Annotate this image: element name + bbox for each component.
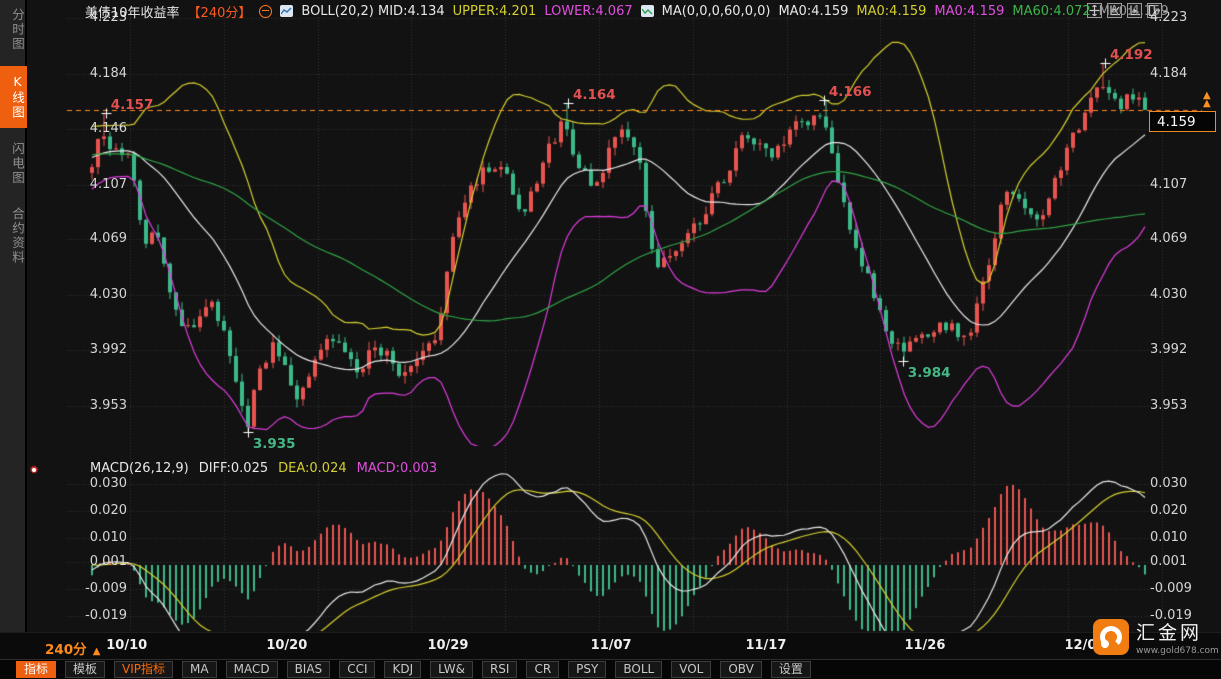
boll-upper-value: UPPER:4.201	[453, 4, 537, 19]
macd-axis-tick: 0.010	[67, 530, 127, 545]
ma2-value: MA0:4.159	[856, 4, 926, 19]
sidebar-tab-kline-chart[interactable]: K线图	[0, 66, 27, 128]
ma1-value: MA0:4.159	[778, 4, 848, 19]
toolbar-button-macd[interactable]: MACD	[226, 661, 278, 678]
date-tick-11/26: 11/26	[901, 638, 949, 653]
chart-canvas[interactable]	[27, 0, 1221, 632]
macd-axis-tick: 0.001	[1150, 554, 1187, 569]
toolbar-button-kdj[interactable]: KDJ	[384, 661, 421, 678]
ma5-value: MA0:4.159	[1099, 4, 1169, 19]
main-axis-tick: 3.953	[67, 398, 127, 413]
boll-values: BOLL(20,2) MID:4.134	[301, 4, 444, 19]
toolbar-button-psy[interactable]: PSY	[568, 661, 606, 678]
main-axis-tick: 4.107	[67, 177, 127, 192]
date-axis-row: 240分▲ 10/1010/2010/2911/0711/1711/2612/0…	[0, 632, 1221, 659]
ma3-value: MA0:4.159	[934, 4, 1004, 19]
main-axis-tick: 4.184	[1150, 66, 1187, 81]
macd-diff-value: DIFF:0.025	[199, 461, 268, 476]
main-axis-tick: 4.030	[67, 287, 127, 302]
toolbar-button-ma[interactable]: MA	[182, 661, 217, 678]
date-tick-10/10: 10/10	[103, 638, 151, 653]
price-annotation: 3.935	[253, 436, 296, 452]
boll-lower-value: LOWER:4.067	[544, 4, 632, 19]
toolbar-button-template[interactable]: 模板	[65, 661, 105, 678]
gold678-logo-icon	[1093, 619, 1129, 655]
toolbar-button-boll[interactable]: BOLL	[615, 661, 662, 678]
boll-indicator-icon[interactable]	[280, 5, 293, 17]
timeframe-arrow-icon: ▲	[93, 646, 101, 657]
macd-params-label: MACD(26,12,9)	[90, 461, 189, 476]
macd-axis-tick: 0.030	[67, 476, 127, 491]
macd-axis-tick: 0.030	[1150, 476, 1187, 491]
current-price-tag: 4.159	[1149, 111, 1216, 132]
macd-panel-icon[interactable]: ✹	[27, 463, 41, 477]
sidebar-tab-contract-info[interactable]: 合约资料	[0, 199, 27, 273]
toolbar-button-cr[interactable]: CR	[526, 661, 559, 678]
price-annotation: 4.157	[111, 97, 154, 113]
toolbar-button-obv[interactable]: OBV	[720, 661, 762, 678]
macd-macd-value: MACD:0.003	[357, 461, 438, 476]
toolbar-button-indicator[interactable]: 指标	[16, 661, 56, 678]
toolbar-button-vip-indicator[interactable]: VIP指标	[114, 661, 173, 678]
trading-terminal: 分时图 K线图闪电图合约资料 美债10年收益率 【240分】 BOLL(20,2)…	[0, 0, 1221, 679]
macd-axis-tick: -0.019	[67, 608, 127, 623]
macd-axis-tick: 0.010	[1150, 530, 1187, 545]
main-axis-tick: 4.184	[67, 66, 127, 81]
date-tick-10/29: 10/29	[424, 638, 472, 653]
macd-axis-tick: -0.009	[67, 581, 127, 596]
price-annotation: 4.192	[1110, 47, 1153, 63]
main-axis-tick: 3.992	[1150, 342, 1187, 357]
macd-axis-tick: 0.020	[67, 503, 127, 518]
zoom-out-icon[interactable]	[259, 5, 272, 18]
indicator-header: 美债10年收益率 【240分】 BOLL(20,2) MID:4.134 UPP…	[27, 0, 1221, 22]
price-annotation: 3.984	[908, 365, 951, 381]
toolbar-button-rsi[interactable]: RSI	[482, 661, 518, 678]
main-axis-tick: 4.030	[1150, 287, 1187, 302]
brand-logo: 汇金网 www.gold678.com	[1093, 618, 1219, 656]
date-tick-11/07: 11/07	[587, 638, 635, 653]
brand-name: 汇金网	[1136, 618, 1219, 645]
main-axis-tick: 4.069	[1150, 231, 1187, 246]
toolbar-button-cci[interactable]: CCI	[339, 661, 375, 678]
macd-axis-tick: 0.020	[1150, 503, 1187, 518]
macd-dea-value: DEA:0.024	[278, 461, 347, 476]
toolbar-button-lw[interactable]: LW&	[430, 661, 473, 678]
current-price-value: 4.159	[1157, 114, 1196, 130]
macd-header: MACD(26,12,9) DIFF:0.025 DEA:0.024 MACD:…	[90, 461, 437, 476]
symbol-title: 美债10年收益率	[85, 2, 180, 21]
price-up-arrows-icon: ▲▲	[1203, 92, 1211, 108]
brand-url: www.gold678.com	[1136, 646, 1219, 656]
period-label[interactable]: 【240分】	[188, 2, 252, 21]
main-axis-tick: 4.146	[67, 121, 127, 136]
ma4-value: MA60:4.072	[1012, 4, 1090, 19]
date-tick-11/17: 11/17	[742, 638, 790, 653]
main-axis-tick: 3.992	[67, 342, 127, 357]
timeframe-selector[interactable]: 240分▲	[45, 638, 100, 658]
ma-params-label: MA(0,0,0,60,0,0)	[662, 4, 771, 19]
macd-axis-tick: 0.001	[67, 554, 127, 569]
toolbar-button-settings[interactable]: 设置	[771, 661, 811, 678]
main-axis-tick: 3.953	[1150, 398, 1187, 413]
chart-main-area: 美债10年收益率 【240分】 BOLL(20,2) MID:4.134 UPP…	[27, 0, 1221, 632]
sidebar: 分时图 K线图闪电图合约资料	[0, 0, 27, 632]
sidebar-tab-flash-chart[interactable]: 闪电图	[0, 134, 27, 194]
toolbar-button-bias[interactable]: BIAS	[287, 661, 331, 678]
ma-indicator-icon[interactable]	[641, 5, 654, 17]
bottom-toolbar: 指标模板 VIP指标 MA MACD BIAS CCI KDJ LW&RSI CR PSY BOLL…	[0, 659, 1221, 679]
main-axis-tick: 4.107	[1150, 177, 1187, 192]
macd-axis-tick: -0.009	[1150, 581, 1192, 596]
main-axis-tick: 4.069	[67, 231, 127, 246]
price-annotation: 4.166	[829, 84, 872, 100]
toolbar-button-vol[interactable]: VOL	[671, 661, 711, 678]
sidebar-tab-time-chart[interactable]: 分时图	[0, 0, 27, 60]
date-tick-10/20: 10/20	[263, 638, 311, 653]
price-annotation: 4.164	[573, 87, 616, 103]
